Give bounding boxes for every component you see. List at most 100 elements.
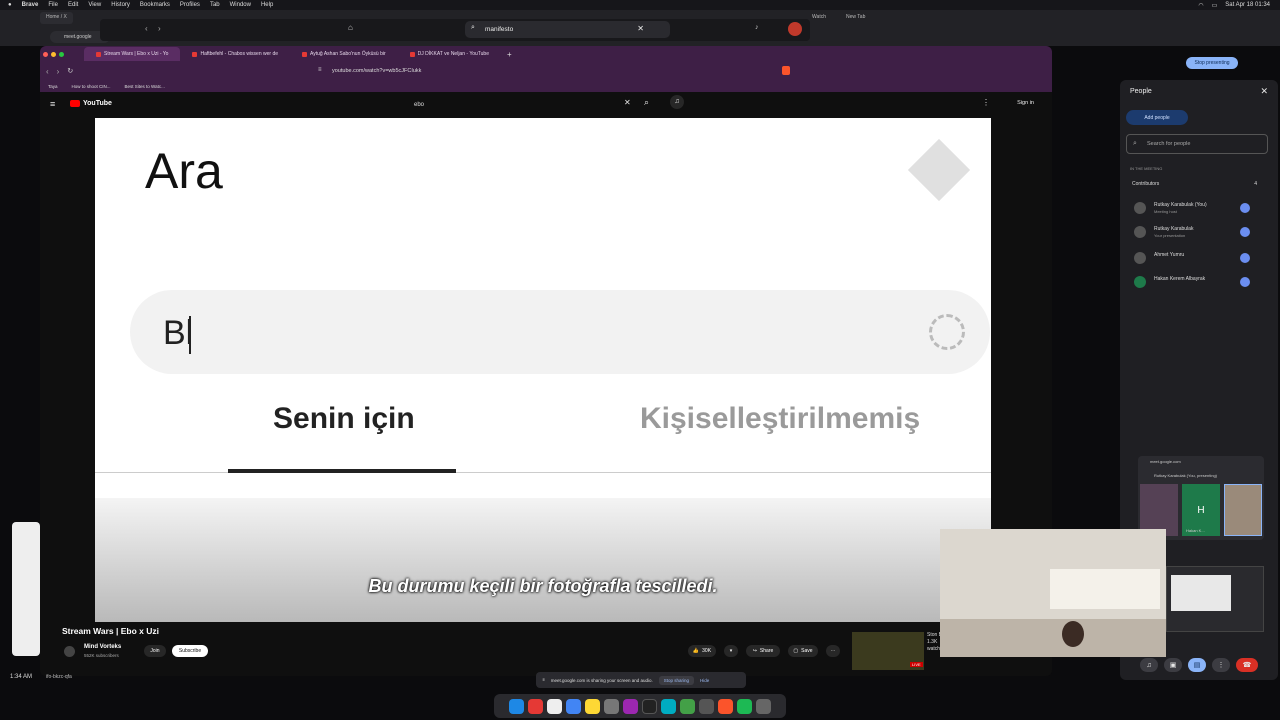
app-icon[interactable] — [699, 698, 714, 714]
profile-avatar[interactable] — [788, 22, 802, 36]
tab-stream-wars[interactable]: Stream Wars | Ebo x Uzi - Yo — [84, 47, 181, 61]
back-icon[interactable]: ‹ — [46, 67, 49, 76]
menu-view[interactable]: View — [88, 2, 101, 8]
search-people-input[interactable]: ⌕ Search for people — [1126, 134, 1268, 154]
present-icon[interactable]: ▤ — [1188, 658, 1206, 672]
terminal-icon[interactable] — [642, 698, 657, 714]
camera-icon[interactable]: ▣ — [1164, 658, 1182, 672]
save-button[interactable]: ▢ Save — [788, 645, 818, 657]
hide-share-bar-button[interactable]: Hide — [700, 678, 709, 683]
menu-file[interactable]: File — [48, 2, 58, 8]
menu-bookmarks[interactable]: Bookmarks — [140, 2, 170, 8]
brave-icon[interactable] — [718, 698, 733, 714]
menu-edit[interactable]: Edit — [68, 2, 78, 8]
wifi-icon[interactable]: ◠ — [1198, 2, 1203, 9]
menu-window[interactable]: Window — [230, 2, 251, 8]
reload-icon[interactable]: ↻ — [67, 67, 73, 75]
finder-icon[interactable] — [509, 698, 524, 714]
more-icon[interactable]: ⋮ — [1212, 658, 1230, 672]
video-tile[interactable] — [1224, 484, 1262, 536]
bell-icon[interactable]: ♪ — [755, 24, 759, 31]
add-people-button[interactable]: Add people — [1126, 110, 1188, 125]
share-button[interactable]: ↪ Share — [746, 645, 780, 657]
participant-name: Rutkay Karabulak — [1154, 226, 1194, 232]
end-call-icon[interactable]: ☎ — [1236, 658, 1258, 672]
search-icon[interactable]: ⌕ — [644, 97, 649, 108]
stop-presenting-button[interactable]: Stop presenting — [1186, 57, 1238, 69]
menu-profiles[interactable]: Profiles — [180, 2, 200, 8]
avatar — [1134, 226, 1146, 238]
bookmark-item[interactable]: Taya — [48, 84, 58, 89]
bg-tab-watch[interactable]: Watch — [812, 14, 826, 20]
menu-icon[interactable]: ≡ — [50, 99, 55, 109]
bookmarks-bar: Taya How to shoot CIN... Best Sites to W… — [40, 80, 1052, 92]
dislike-button[interactable]: ▾ — [724, 645, 738, 657]
like-button[interactable]: 👍 30K — [688, 645, 716, 657]
whatsapp-icon[interactable] — [680, 698, 695, 714]
microphone-icon[interactable]: ♫ — [1140, 658, 1158, 672]
app-icon[interactable] — [623, 698, 638, 714]
top-search-overlay: ‹ › ⌂ ⌕ manifesto ✕ ♪ — [100, 19, 810, 41]
close-icon[interactable]: ✕ — [1260, 86, 1268, 97]
menu-tab[interactable]: Tab — [210, 2, 220, 8]
participant-role: Your presentation — [1154, 233, 1186, 238]
navigation-bar: ‹ › ↻ ≡ youtube.com/watch?v=wb5cJFCIukk — [40, 62, 1052, 80]
forward-icon[interactable]: › — [57, 67, 60, 76]
stop-sharing-button[interactable]: Stop sharing — [658, 675, 695, 685]
clear-search-icon[interactable]: ✕ — [624, 98, 631, 107]
apple-icon[interactable]: ● — [8, 2, 12, 8]
battery-icon[interactable]: ▭ — [1212, 2, 1218, 9]
participant-row[interactable]: Hakan Kerem Albayrak — [1134, 274, 1264, 294]
calendar-icon[interactable] — [547, 698, 562, 714]
bookmark-item[interactable]: Best Sites to Watc... — [125, 84, 165, 89]
bg-tab-x[interactable]: Home / X — [40, 12, 73, 24]
subscribe-button[interactable]: Subscribe — [172, 645, 208, 657]
contributors-header[interactable]: Contributors 4 — [1132, 181, 1257, 187]
chrome-icon[interactable] — [566, 698, 581, 714]
bookmark-item[interactable]: How to shoot CIN... — [72, 84, 111, 89]
back-icon[interactable]: ‹ — [145, 24, 148, 33]
top-search-input[interactable]: ⌕ manifesto ✕ — [465, 21, 670, 38]
close-window-icon[interactable] — [43, 51, 48, 57]
participant-row[interactable]: Rutkay Karabulak (You) Meeting host — [1134, 200, 1264, 220]
zoom-window-icon[interactable] — [59, 51, 64, 57]
participant-row[interactable]: Rutkay Karabulak Your presentation — [1134, 224, 1264, 244]
tab-haftbefehl[interactable]: Haftbefehl - Chabos wissen wer de — [180, 47, 290, 61]
notes-icon[interactable] — [585, 698, 600, 714]
sign-in-button[interactable]: Sign in — [1017, 100, 1034, 106]
webcam-preview[interactable] — [940, 529, 1166, 657]
brave-shield-icon[interactable] — [782, 66, 790, 75]
home-icon[interactable]: ⌂ — [348, 23, 353, 32]
trash-icon[interactable] — [756, 698, 771, 714]
participant-row[interactable]: Ahmet Yumru — [1134, 250, 1264, 270]
more-options-icon[interactable]: ⋮ — [982, 98, 990, 107]
video-player[interactable]: Ara Bl Senin için Kişiselleştirilmemiş B… — [95, 118, 991, 622]
pause-icon: ॥ — [542, 677, 545, 682]
forward-icon[interactable]: › — [158, 24, 161, 33]
menu-history[interactable]: History — [111, 2, 130, 8]
join-button[interactable]: Join — [144, 645, 166, 657]
tab-aytug[interactable]: Aytuğ Ashan Sabo'nun Öyküsü bir — [290, 47, 398, 61]
microphone-icon[interactable]: ♫ — [670, 95, 684, 109]
clear-icon[interactable]: ✕ — [637, 24, 644, 33]
channel-name[interactable]: Mind Vorteks — [84, 644, 121, 650]
menubar-clock[interactable]: Sat Apr 18 01:34 — [1225, 2, 1270, 8]
new-tab-icon[interactable]: + — [507, 50, 512, 59]
bg-tab-new[interactable]: New Tab — [846, 14, 865, 20]
channel-avatar[interactable] — [64, 646, 75, 657]
app-icon[interactable] — [661, 698, 676, 714]
tab-dj-dikkat[interactable]: DJ DİKKAT ve Neljan - YouTube — [398, 47, 501, 61]
youtube-logo[interactable]: YouTube — [70, 100, 112, 107]
address-bar[interactable]: ≡ youtube.com/watch?v=wb5cJFCIukk — [310, 65, 790, 77]
participant-name: Ahmet Yumru — [1154, 252, 1185, 258]
spotify-icon[interactable] — [737, 698, 752, 714]
site-info-icon[interactable]: ≡ — [318, 67, 322, 73]
settings-icon[interactable] — [604, 698, 619, 714]
slack-icon[interactable] — [528, 698, 543, 714]
youtube-search-input[interactable]: ebo — [410, 98, 630, 112]
menu-help[interactable]: Help — [261, 2, 273, 8]
menubar-app-name[interactable]: Brave — [22, 2, 39, 8]
more-actions-button[interactable]: ⋯ — [826, 645, 840, 657]
minimize-window-icon[interactable] — [51, 51, 56, 57]
search-icon: ⌕ — [471, 24, 475, 31]
